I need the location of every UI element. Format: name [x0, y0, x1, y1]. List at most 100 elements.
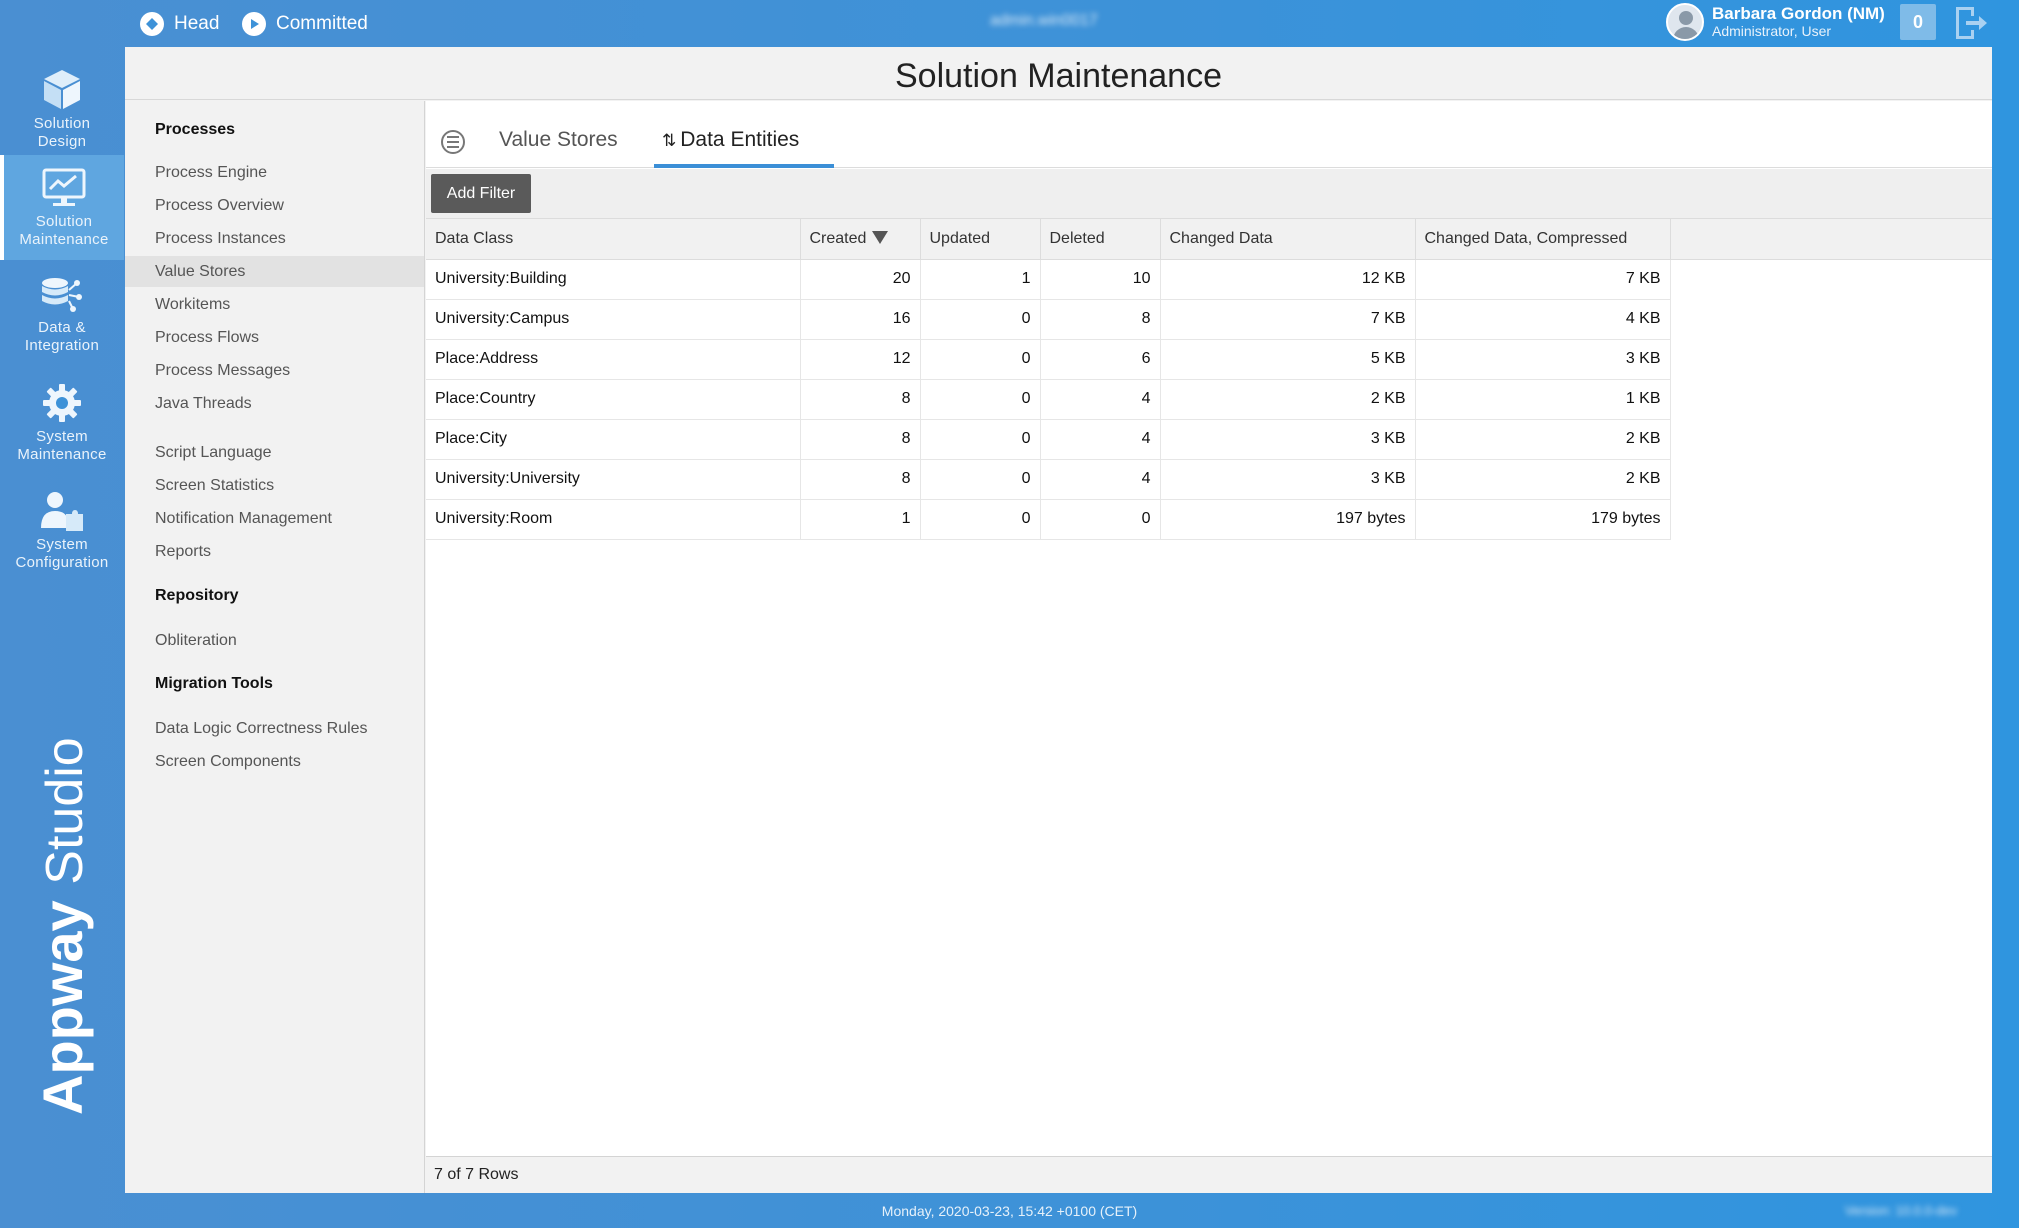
sidebar-item-process-instances[interactable]: Process Instances — [125, 223, 424, 254]
table-row[interactable]: Place:Country 8 0 4 2 KB 1 KB — [426, 379, 1992, 420]
column-header-data-class[interactable]: Data Class — [426, 219, 801, 260]
sidebar-heading-repository: Repository — [155, 587, 239, 604]
column-header-deleted[interactable]: Deleted — [1040, 219, 1161, 260]
cell-deleted: 4 — [1040, 419, 1161, 460]
cell-deleted: 6 — [1040, 339, 1161, 380]
cell-changed-data: 7 KB — [1160, 299, 1416, 340]
tab-bar: Value Stores ⇅ Data Entities — [426, 101, 1992, 168]
committed-label: Committed — [276, 13, 368, 34]
cell-changed-data-compressed: 2 KB — [1415, 419, 1671, 460]
filter-bar: Add Filter — [426, 169, 1992, 219]
sidebar-item-process-engine[interactable]: Process Engine — [125, 157, 424, 188]
sidebar-item-screen-components[interactable]: Screen Components — [125, 746, 424, 777]
user-puzzle-icon — [41, 492, 83, 531]
tab-data-entities[interactable]: ⇅ Data Entities — [654, 121, 834, 168]
brand-logo: Appway Studio — [30, 737, 95, 1115]
brand-light: Studio — [36, 737, 94, 885]
sidebar-item-workitems[interactable]: Workitems — [125, 289, 424, 320]
main-panel: Solution Maintenance Processes Process E… — [125, 47, 1992, 1193]
cell-filler — [1670, 379, 1992, 419]
cell-filler — [1670, 499, 1992, 539]
cell-data-class: University:Room — [426, 499, 801, 540]
cell-changed-data: 12 KB — [1160, 259, 1416, 300]
cell-data-class: University:Campus — [426, 299, 801, 340]
cube-icon — [44, 70, 80, 109]
nav-solution-maintenance[interactable]: Solution Maintenance — [0, 155, 124, 260]
cell-created: 8 — [800, 379, 921, 420]
notification-badge[interactable]: 0 — [1900, 4, 1936, 40]
avatar[interactable] — [1666, 3, 1704, 41]
sidebar-item-screen-statistics[interactable]: Screen Statistics — [125, 470, 424, 501]
cell-changed-data: 3 KB — [1160, 459, 1416, 500]
cell-created: 8 — [800, 459, 921, 500]
menu-icon[interactable] — [441, 130, 465, 154]
cell-data-class: University:University — [426, 459, 801, 500]
cell-updated: 0 — [920, 339, 1041, 380]
logout-icon[interactable] — [1952, 4, 1988, 42]
cell-deleted: 10 — [1040, 259, 1161, 300]
cell-data-class: Place:Country — [426, 379, 801, 420]
sidebar-item-notification-management[interactable]: Notification Management — [125, 503, 424, 534]
diamond-icon — [140, 12, 164, 36]
sidebar-item-process-overview[interactable]: Process Overview — [125, 190, 424, 221]
sidebar-item-process-messages[interactable]: Process Messages — [125, 355, 424, 386]
table-row[interactable]: University:Building 20 1 10 12 KB 7 KB — [426, 259, 1992, 300]
tab-data-entities-label: Data Entities — [680, 128, 800, 151]
cell-deleted: 4 — [1040, 379, 1161, 420]
cell-data-class: Place:Address — [426, 339, 801, 380]
cell-changed-data: 5 KB — [1160, 339, 1416, 380]
page-title: Solution Maintenance — [125, 47, 1992, 100]
sidebar-item-java-threads[interactable]: Java Threads — [125, 388, 424, 419]
cell-filler — [1670, 339, 1992, 379]
cell-created: 20 — [800, 259, 921, 300]
user-name[interactable]: Barbara Gordon (NM) — [1712, 4, 1885, 24]
status-bar: Monday, 2020-03-23, 15:42 +0100 (CET) — [0, 1203, 2019, 1219]
column-header-created[interactable]: Created — [800, 219, 921, 260]
cell-updated: 0 — [920, 459, 1041, 500]
committed-button[interactable]: Committed — [242, 11, 368, 37]
nav-label-2: Integration — [24, 337, 100, 354]
cell-created: 8 — [800, 419, 921, 460]
nav-system-configuration[interactable]: System Configuration — [0, 478, 124, 583]
sidebar-item-obliteration[interactable]: Obliteration — [125, 625, 424, 656]
head-button[interactable]: Head — [140, 11, 219, 37]
gear-icon — [43, 384, 81, 422]
sidebar-heading-migration-tools: Migration Tools — [155, 675, 273, 692]
table-footer: 7 of 7 Rows — [426, 1156, 1992, 1193]
sidebar-item-value-stores[interactable]: Value Stores — [125, 256, 424, 287]
column-header-updated[interactable]: Updated — [920, 219, 1041, 260]
sidebar-heading-processes: Processes — [155, 121, 236, 138]
cell-filler — [1670, 299, 1992, 339]
refresh-icon: ⇅ — [662, 131, 677, 150]
nav-solution-design[interactable]: Solution Design — [0, 55, 124, 160]
cell-changed-data-compressed: 2 KB — [1415, 459, 1671, 500]
play-icon — [242, 12, 266, 36]
nav-label-2: Maintenance — [19, 231, 109, 248]
table-row[interactable]: Place:City 8 0 4 3 KB 2 KB — [426, 419, 1992, 460]
cell-updated: 0 — [920, 379, 1041, 420]
tab-value-stores[interactable]: Value Stores — [491, 121, 626, 168]
table-row[interactable]: Place:Address 12 0 6 5 KB 3 KB — [426, 339, 1992, 380]
column-header-changed-data[interactable]: Changed Data — [1160, 219, 1416, 260]
cell-created: 1 — [800, 499, 921, 540]
sidebar-item-data-logic-correctness-rules[interactable]: Data Logic Correctness Rules — [125, 713, 424, 744]
sidebar-item-reports[interactable]: Reports — [125, 536, 424, 567]
cell-changed-data-compressed: 7 KB — [1415, 259, 1671, 300]
cell-changed-data: 3 KB — [1160, 419, 1416, 460]
cell-data-class: University:Building — [426, 259, 801, 300]
user-role: Administrator, User — [1712, 23, 1832, 39]
nav-data-integration[interactable]: Data & Integration — [0, 263, 124, 368]
table-row[interactable]: University:Campus 16 0 8 7 KB 4 KB — [426, 299, 1992, 340]
nav-system-maintenance[interactable]: System Maintenance — [0, 370, 124, 475]
nav-label-1: Solution — [33, 115, 91, 132]
table-row[interactable]: University:Room 1 0 0 197 bytes 179 byte… — [426, 499, 1992, 540]
cell-filler — [1670, 459, 1992, 499]
nav-label-1: System — [36, 536, 88, 553]
cell-changed-data: 2 KB — [1160, 379, 1416, 420]
sidebar-item-process-flows[interactable]: Process Flows — [125, 322, 424, 353]
add-filter-button[interactable]: Add Filter — [431, 174, 531, 213]
column-header-changed-data-compressed[interactable]: Changed Data, Compressed — [1415, 219, 1671, 260]
sidebar-item-script-language[interactable]: Script Language — [125, 437, 424, 468]
cell-changed-data-compressed: 4 KB — [1415, 299, 1671, 340]
table-row[interactable]: University:University 8 0 4 3 KB 2 KB — [426, 459, 1992, 500]
